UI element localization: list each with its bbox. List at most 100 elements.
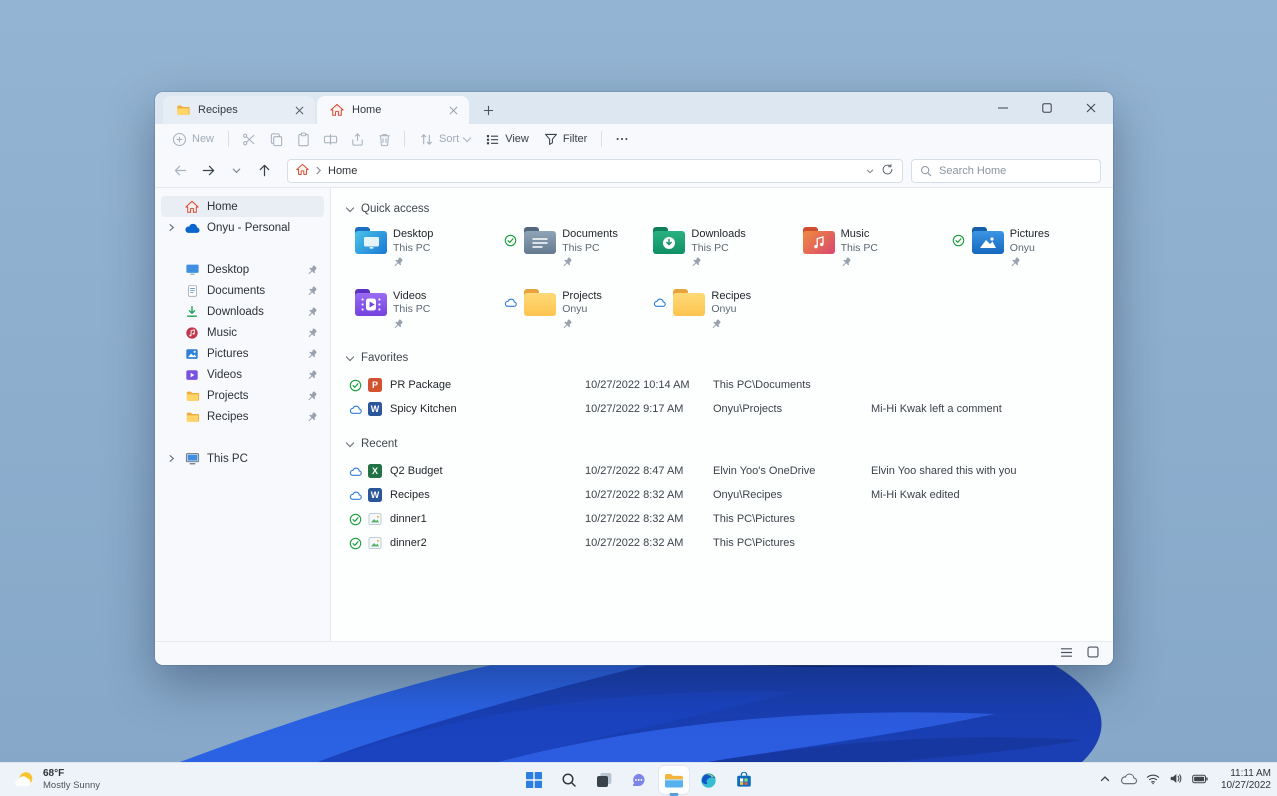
chevron-down-icon	[345, 352, 355, 361]
file-row-dinner2[interactable]: dinner2 10/27/2022 8:32 AM This PC\Picture…	[345, 531, 1097, 555]
file-row-recipes[interactable]: W Recipes 10/27/2022 8:32 AM Onyu\Recipes Mi…	[345, 483, 1097, 507]
clock-date: 10/27/2022	[1220, 780, 1271, 791]
sidebar-item-desktop[interactable]: Desktop	[161, 259, 324, 280]
hidden-icons-chevron[interactable]	[1099, 773, 1111, 788]
sidebar-item-recipes[interactable]: Recipes	[161, 406, 324, 427]
chevron-right-icon[interactable]	[167, 454, 176, 463]
refresh-icon[interactable]	[881, 163, 894, 179]
chat-button[interactable]	[624, 766, 654, 794]
tab-home[interactable]: Home	[317, 96, 469, 124]
sort-button[interactable]: Sort	[412, 129, 477, 150]
quick-access-grid: Desktop This PC Documents This PC Downloads T…	[355, 226, 1095, 333]
onedrive-tray-icon[interactable]	[1120, 772, 1137, 788]
task-view-button[interactable]	[589, 766, 619, 794]
breadcrumb-home[interactable]: Home	[328, 165, 357, 177]
weather-widget[interactable]: 68°F Mostly Sunny	[8, 763, 106, 796]
file-name: Recipes	[390, 489, 430, 502]
downloads-folder-icon	[653, 227, 686, 254]
minimize-button[interactable]	[981, 92, 1025, 124]
filter-button[interactable]: Filter	[537, 129, 594, 149]
tab-recipes[interactable]: Recipes	[163, 96, 315, 124]
sidebar-item-pictures[interactable]: Pictures	[161, 343, 324, 364]
tile-name: Desktop	[393, 228, 434, 240]
sidebar-item-music[interactable]: Music	[161, 322, 324, 343]
section-quick-access[interactable]: Quick access	[345, 200, 1097, 218]
quick-access-tile-desktop[interactable]: Desktop This PC	[355, 226, 498, 272]
share-button[interactable]	[344, 128, 370, 150]
delete-button[interactable]	[371, 128, 397, 150]
see-more-button[interactable]	[609, 128, 635, 150]
search-button[interactable]	[554, 766, 584, 794]
address-bar[interactable]: Home	[287, 158, 903, 183]
recipes-folder-icon	[673, 288, 706, 316]
sidebar-item-label: This PC	[207, 452, 248, 465]
volume-icon[interactable]	[1169, 772, 1183, 788]
sidebar-item-this-pc[interactable]: This PC	[161, 448, 324, 469]
edge-button[interactable]	[694, 766, 724, 794]
cloud-only-icon	[505, 298, 517, 307]
pin-icon	[1011, 257, 1020, 266]
filter-label: Filter	[562, 133, 588, 145]
quick-access-tile-projects[interactable]: Projects Onyu	[504, 288, 647, 334]
pin-icon	[308, 391, 317, 400]
wifi-icon[interactable]	[1146, 773, 1160, 788]
thumbnails-view-button[interactable]	[1087, 646, 1099, 661]
up-button[interactable]	[251, 159, 277, 183]
music-folder-icon	[802, 227, 835, 254]
quick-access-tile-downloads[interactable]: Downloads This PC	[653, 226, 796, 272]
favorites-list: P PR Package 10/27/2022 10:14 AM This PC\Do…	[345, 373, 1097, 421]
close-tab-icon[interactable]	[445, 102, 461, 118]
details-view-button[interactable]	[1060, 647, 1073, 661]
sidebar-item-onyu-personal[interactable]: Onyu - Personal	[161, 217, 324, 238]
quick-access-tile-documents[interactable]: Documents This PC	[504, 226, 647, 272]
start-button[interactable]	[519, 766, 549, 794]
sidebar-item-downloads[interactable]: Downloads	[161, 301, 324, 322]
pin-icon	[308, 286, 317, 295]
copy-button[interactable]	[263, 128, 289, 150]
clock[interactable]: 11:11 AM 10/27/2022	[1217, 768, 1271, 793]
cut-button[interactable]	[236, 128, 262, 150]
file-location: Elvin Yoo's OneDrive	[713, 465, 816, 478]
paste-button[interactable]	[290, 128, 316, 150]
sidebar-item-videos[interactable]: Videos	[161, 364, 324, 385]
section-recent[interactable]: Recent	[345, 435, 1097, 453]
new-button[interactable]: New	[165, 129, 221, 150]
image-file-icon	[368, 537, 382, 550]
file-explorer-button[interactable]	[658, 766, 689, 794]
quick-access-tile-pictures[interactable]: Pictures Onyu	[952, 226, 1095, 272]
recent-locations-button[interactable]	[223, 159, 249, 183]
quick-access-tile-videos[interactable]: Videos This PC	[355, 288, 498, 334]
maximize-button[interactable]	[1025, 92, 1069, 124]
battery-icon[interactable]	[1192, 774, 1208, 787]
sync-complete-icon	[952, 234, 965, 247]
quick-access-tile-music[interactable]: Music This PC	[802, 226, 946, 272]
new-tab-button[interactable]	[475, 98, 501, 122]
quick-access-tile-recipes[interactable]: Recipes Onyu	[653, 288, 796, 334]
desktop-folder-icon	[355, 227, 387, 254]
search-input[interactable]: Search Home	[911, 158, 1101, 183]
tab-label: Home	[352, 104, 382, 116]
rename-button[interactable]	[317, 128, 343, 150]
chevron-right-icon[interactable]	[167, 223, 176, 232]
weather-sun-icon	[15, 772, 33, 787]
folder-icon	[186, 412, 199, 422]
forward-button[interactable]	[195, 159, 221, 183]
file-row-pr-package[interactable]: P PR Package 10/27/2022 10:14 AM This PC\Do…	[345, 373, 1097, 397]
sidebar-item-projects[interactable]: Projects	[161, 385, 324, 406]
taskbar: 68°F Mostly Sunny 11:11 AM 10/27/2022	[0, 762, 1277, 796]
file-row-spicy-kitchen[interactable]: W Spicy Kitchen 10/27/2022 9:17 AM Onyu\Pro…	[345, 397, 1097, 421]
sidebar-item-label: Downloads	[207, 305, 264, 318]
address-dropdown-icon[interactable]	[865, 166, 875, 176]
section-favorites[interactable]: Favorites	[345, 349, 1097, 367]
close-window-button[interactable]	[1069, 92, 1113, 124]
sidebar-item-home[interactable]: Home	[161, 196, 324, 217]
microsoft-store-button[interactable]	[729, 766, 759, 794]
sync-complete-icon	[349, 513, 362, 526]
back-button[interactable]	[167, 159, 193, 183]
sidebar-item-label: Onyu - Personal	[207, 221, 291, 234]
close-tab-icon[interactable]	[291, 102, 307, 118]
view-button[interactable]: View	[478, 129, 536, 150]
sidebar-item-documents[interactable]: Documents	[161, 280, 324, 301]
file-row-dinner1[interactable]: dinner1 10/27/2022 8:32 AM This PC\Picture…	[345, 507, 1097, 531]
file-row-q2-budget[interactable]: X Q2 Budget 10/27/2022 8:47 AM Elvin Yoo's …	[345, 459, 1097, 483]
